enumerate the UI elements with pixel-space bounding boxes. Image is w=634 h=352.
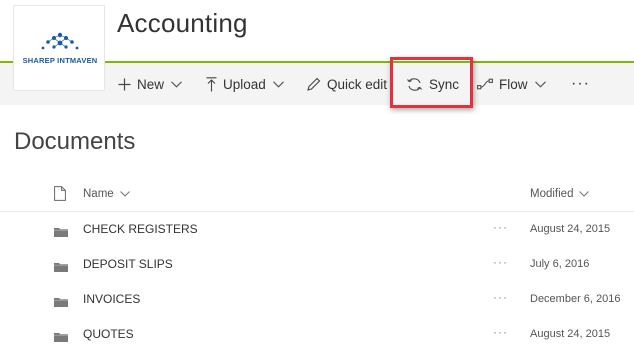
column-header-name-label: Name (83, 188, 114, 200)
item-actions-button[interactable]: ··· (493, 255, 508, 269)
chevron-down-icon (534, 80, 546, 88)
list-item[interactable]: CHECK REGISTERS ··· August 24, 2015 (0, 212, 634, 247)
list-item[interactable]: DEPOSIT SLIPS ··· July 6, 2016 (0, 247, 634, 282)
plus-icon (118, 78, 131, 91)
flow-button-label: Flow (499, 76, 528, 92)
item-name[interactable]: DEPOSIT SLIPS (83, 257, 173, 271)
chevron-down-icon (272, 80, 284, 88)
sync-button[interactable]: Sync (406, 63, 459, 105)
upload-button-label: Upload (223, 76, 266, 92)
list-item[interactable]: QUOTES ··· August 24, 2015 (0, 317, 634, 352)
item-name[interactable]: CHECK REGISTERS (83, 222, 198, 236)
item-actions-button[interactable]: ··· (493, 290, 508, 304)
upload-button[interactable]: Upload (206, 63, 284, 105)
item-actions-button[interactable]: ··· (493, 325, 508, 339)
item-modified: December 6, 2016 (530, 293, 621, 305)
flow-button[interactable]: Flow (477, 63, 546, 105)
quick-edit-button[interactable]: Quick edit (306, 63, 387, 105)
item-name[interactable]: QUOTES (83, 327, 134, 341)
item-modified: July 6, 2016 (530, 258, 590, 270)
chevron-down-icon (579, 191, 590, 197)
sync-icon (406, 77, 423, 92)
upload-arrow-icon (206, 76, 217, 92)
logo-network-icon (41, 32, 79, 50)
logo-text: SHAREP INTMAVEN (22, 56, 98, 65)
site-logo[interactable]: SHAREP INTMAVEN (13, 5, 105, 91)
list-header: Name Modified (0, 178, 634, 212)
pencil-icon (306, 77, 321, 92)
folder-icon (54, 294, 68, 312)
new-button-label: New (137, 76, 165, 92)
sync-button-label: Sync (429, 76, 460, 92)
item-actions-button[interactable]: ··· (493, 220, 508, 234)
item-name[interactable]: INVOICES (83, 292, 140, 306)
column-header-modified-label: Modified (530, 188, 574, 200)
chevron-down-icon (119, 191, 130, 197)
more-options-button[interactable]: ··· (571, 63, 590, 105)
item-modified: August 24, 2015 (530, 223, 611, 235)
chevron-down-icon (171, 80, 182, 88)
library-title: Documents (14, 128, 136, 155)
new-button[interactable]: New (118, 63, 182, 105)
list-item[interactable]: INVOICES ··· December 6, 2016 (0, 282, 634, 317)
column-header-modified[interactable]: Modified (530, 188, 590, 200)
folder-icon (54, 224, 68, 242)
item-modified: August 24, 2015 (530, 328, 611, 340)
flow-icon (477, 78, 493, 90)
document-list: CHECK REGISTERS ··· August 24, 2015 DEPO… (0, 212, 634, 352)
folder-icon (54, 329, 68, 347)
quick-edit-button-label: Quick edit (327, 76, 388, 92)
file-type-icon[interactable] (54, 186, 66, 206)
site-title[interactable]: Accounting (117, 8, 248, 39)
folder-icon (54, 259, 68, 277)
column-header-name[interactable]: Name (83, 188, 130, 200)
